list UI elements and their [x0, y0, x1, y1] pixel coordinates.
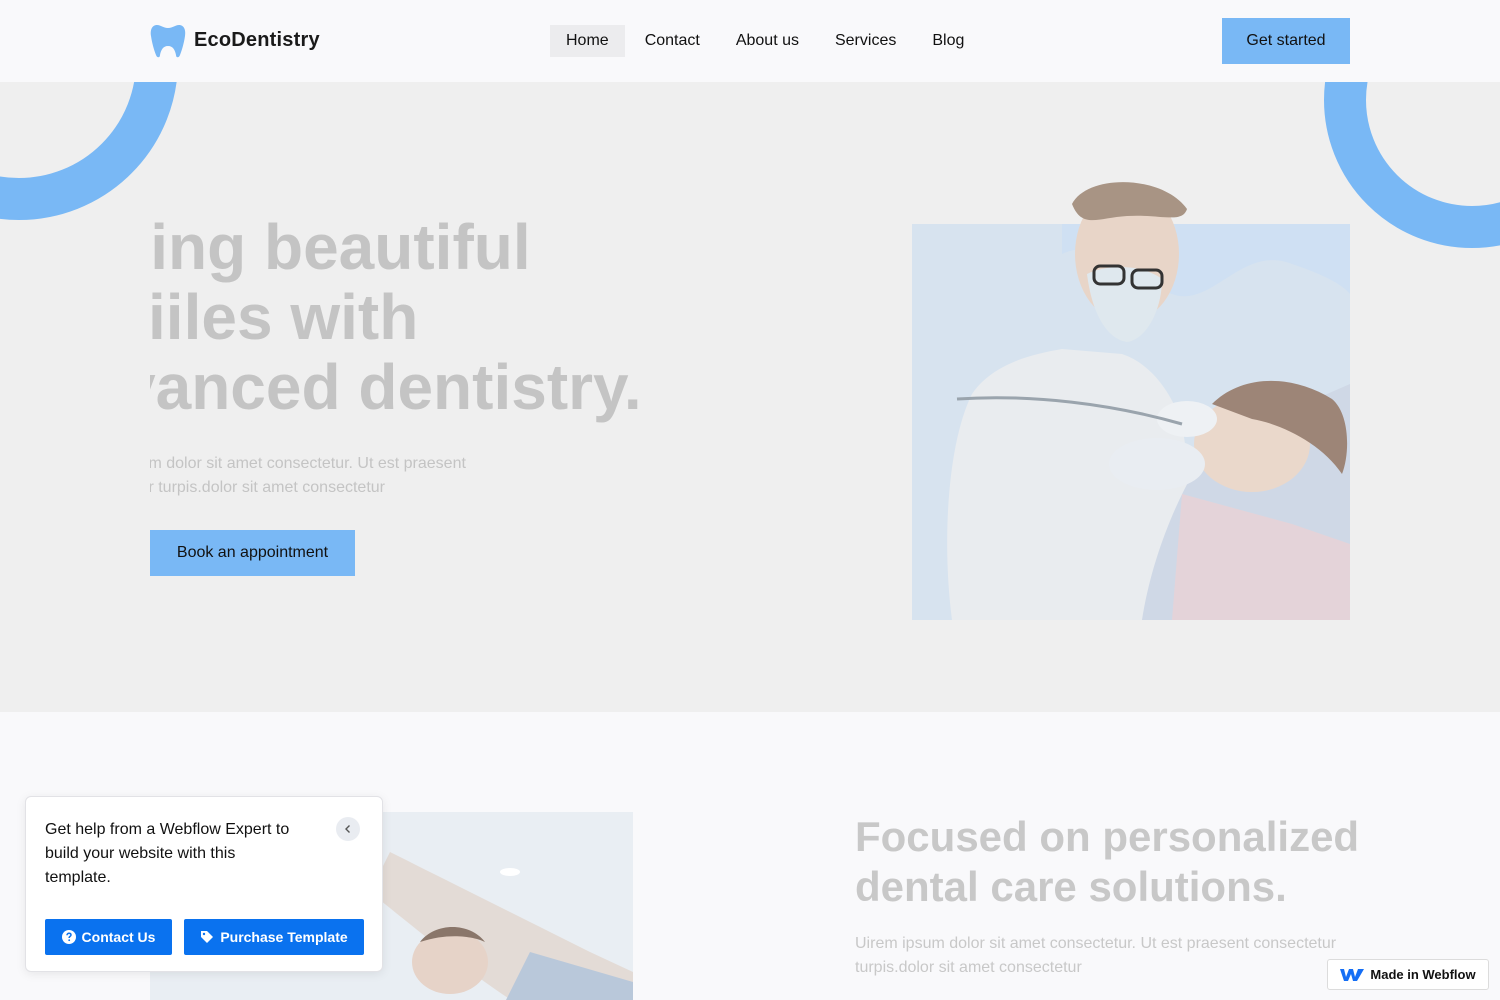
popup-message: Get help from a Webflow Expert to build … [45, 821, 290, 886]
nav-home[interactable]: Home [550, 25, 625, 57]
purchase-template-button[interactable]: Purchase Template [184, 919, 364, 955]
book-appointment-button[interactable]: Book an appointment [150, 530, 355, 576]
tooth-icon [150, 25, 186, 58]
hero-subtitle-line: ır turpis.dolor sit amet consectetur [150, 479, 385, 496]
dentist-illustration [947, 182, 1350, 620]
decorative-ring-left [0, 82, 178, 220]
hero-title-line: vanced dentistry. [150, 351, 642, 423]
purchase-template-label: Purchase Template [220, 929, 348, 945]
webflow-expert-popup: Get help from a Webflow Expert to build … [25, 796, 383, 972]
logo-text: EcoDentistry [194, 28, 320, 51]
chevron-left-icon [345, 825, 350, 833]
logo[interactable]: EcoDentistry [150, 22, 320, 58]
section-title: Focused on personalized dental care solu… [855, 813, 1360, 910]
hero-title-line: iiles with [150, 281, 419, 353]
hero-subtitle-line: ım dolor sit amet consectetur. Ut est pr… [150, 455, 466, 472]
nav-blog[interactable]: Blog [916, 25, 980, 57]
hero-subtitle: ım dolor sit amet consectetur. Ut est pr… [150, 452, 546, 500]
badge-label: Made in Webflow [1370, 967, 1476, 982]
nav-contact[interactable]: Contact [629, 25, 716, 57]
hero-section: afting beautiful iiles with vanced denti… [0, 82, 1500, 712]
nav-services[interactable]: Services [819, 25, 912, 57]
main-nav: Home Contact About us Services Blog [550, 25, 982, 57]
collapse-button[interactable] [336, 817, 360, 841]
decorative-ring-right [1324, 82, 1500, 248]
hero-title-line: afting beautiful [150, 212, 531, 283]
tag-icon [201, 931, 214, 943]
webflow-logo-icon [1340, 968, 1365, 981]
question-circle-icon [61, 930, 76, 944]
hero-title: afting beautiful iiles with vanced denti… [150, 212, 850, 422]
site-header: EcoDentistry Home Contact About us Servi… [0, 0, 1500, 82]
dentist-photo [912, 182, 1350, 620]
contact-us-label: Contact Us [81, 929, 156, 945]
made-in-webflow-badge[interactable]: Made in Webflow [1327, 959, 1489, 990]
get-started-button[interactable]: Get started [1222, 18, 1350, 64]
nav-about-us[interactable]: About us [720, 25, 815, 57]
contact-us-button[interactable]: Contact Us [45, 919, 172, 955]
section-text: Uirem ipsum dolor sit amet consectetur. … [855, 935, 1337, 976]
